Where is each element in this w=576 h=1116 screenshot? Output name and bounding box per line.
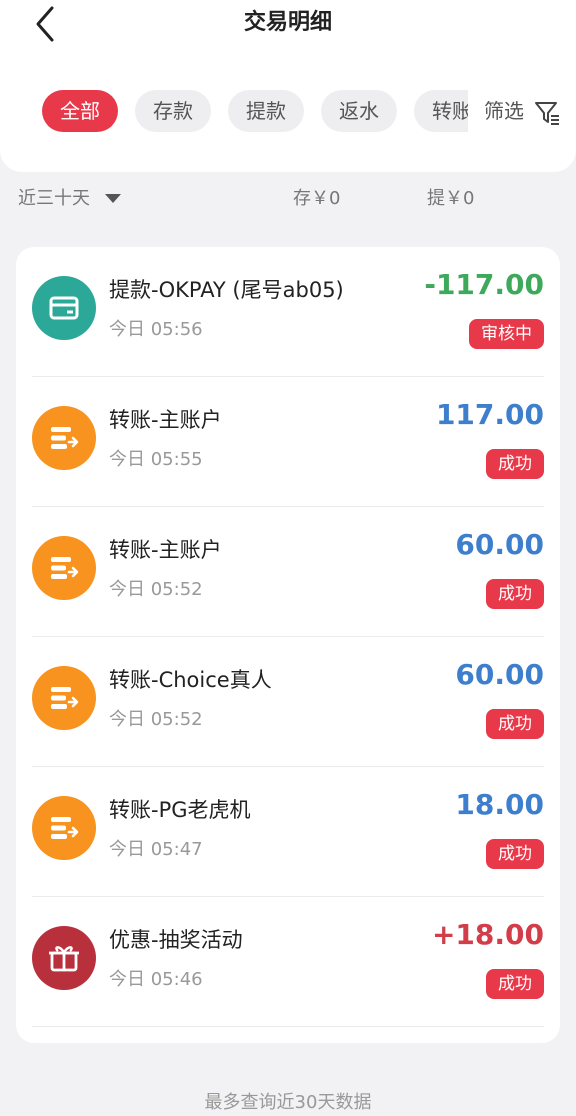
- transaction-time: 今日 05:47: [109, 839, 203, 860]
- transaction-title: 转账-PG老虎机: [109, 798, 251, 822]
- deposit-total: 存￥0: [293, 188, 341, 209]
- gift-icon: [32, 926, 96, 990]
- list-item[interactable]: 转账-主账户 今日 05:55 117.00 成功: [16, 377, 560, 507]
- transfer-icon: [32, 536, 96, 600]
- status-badge: 审核中: [469, 319, 544, 349]
- tab-all[interactable]: 全部: [42, 90, 118, 132]
- transaction-title: 提款-OKPAY (尾号ab05): [109, 278, 344, 302]
- transaction-list: 提款-OKPAY (尾号ab05) 今日 05:56 -117.00 审核中转账-主账…: [16, 247, 560, 1043]
- filter-icon[interactable]: [533, 98, 561, 126]
- list-item[interactable]: 转账-主账户 今日 05:52 60.00 成功: [16, 507, 560, 637]
- transaction-title: 优惠-抽奖活动: [109, 928, 243, 952]
- status-badge: 成功: [486, 709, 544, 739]
- transfer-icon: [32, 796, 96, 860]
- transaction-time: 今日 05:55: [109, 449, 203, 470]
- transaction-time: 今日 05:56: [109, 319, 203, 340]
- status-badge: 成功: [486, 579, 544, 609]
- filter-button-label[interactable]: 筛选: [484, 96, 524, 126]
- tab-transfer[interactable]: 转账: [414, 90, 468, 132]
- transfer-icon: [32, 406, 96, 470]
- status-badge: 成功: [486, 839, 544, 869]
- status-badge: 成功: [486, 449, 544, 479]
- date-range-select[interactable]: 近三十天: [18, 186, 90, 212]
- transaction-amount: -117.00: [424, 268, 544, 301]
- transaction-title: 转账-主账户: [109, 538, 222, 562]
- footer-note: 最多查询近30天数据: [204, 1092, 372, 1113]
- transaction-title: 转账-Choice真人: [109, 668, 272, 692]
- card-icon: [32, 276, 96, 340]
- list-item[interactable]: 优惠-抽奖活动 今日 05:46 +18.00 成功: [16, 897, 560, 1027]
- list-item[interactable]: 转账-Choice真人 今日 05:52 60.00 成功: [16, 637, 560, 767]
- transaction-amount: 60.00: [455, 528, 544, 561]
- tab-withdraw[interactable]: 提款: [228, 90, 304, 132]
- list-item[interactable]: 提款-OKPAY (尾号ab05) 今日 05:56 -117.00 审核中: [16, 247, 560, 377]
- transaction-time: 今日 05:52: [109, 579, 203, 600]
- caret-down-icon[interactable]: [105, 194, 121, 203]
- row-divider: [32, 1026, 544, 1027]
- transfer-icon: [32, 666, 96, 730]
- status-badge: 成功: [486, 969, 544, 999]
- transaction-amount: +18.00: [431, 918, 544, 951]
- transaction-time: 今日 05:52: [109, 709, 203, 730]
- withdraw-total: 提￥0: [427, 188, 475, 209]
- tab-bar: 全部 存款 提款 返水 转账: [0, 90, 468, 132]
- header: 交易明细 全部 存款 提款 返水 转账 筛选: [0, 0, 576, 172]
- transaction-time: 今日 05:46: [109, 969, 203, 990]
- transaction-amount: 60.00: [455, 658, 544, 691]
- transaction-title: 转账-主账户: [109, 408, 222, 432]
- transaction-amount: 18.00: [455, 788, 544, 821]
- page-title: 交易明细: [243, 10, 332, 35]
- tab-deposit[interactable]: 存款: [135, 90, 211, 132]
- list-item[interactable]: 转账-PG老虎机 今日 05:47 18.00 成功: [16, 767, 560, 897]
- tab-rebate[interactable]: 返水: [321, 90, 397, 132]
- transaction-amount: 117.00: [435, 398, 544, 431]
